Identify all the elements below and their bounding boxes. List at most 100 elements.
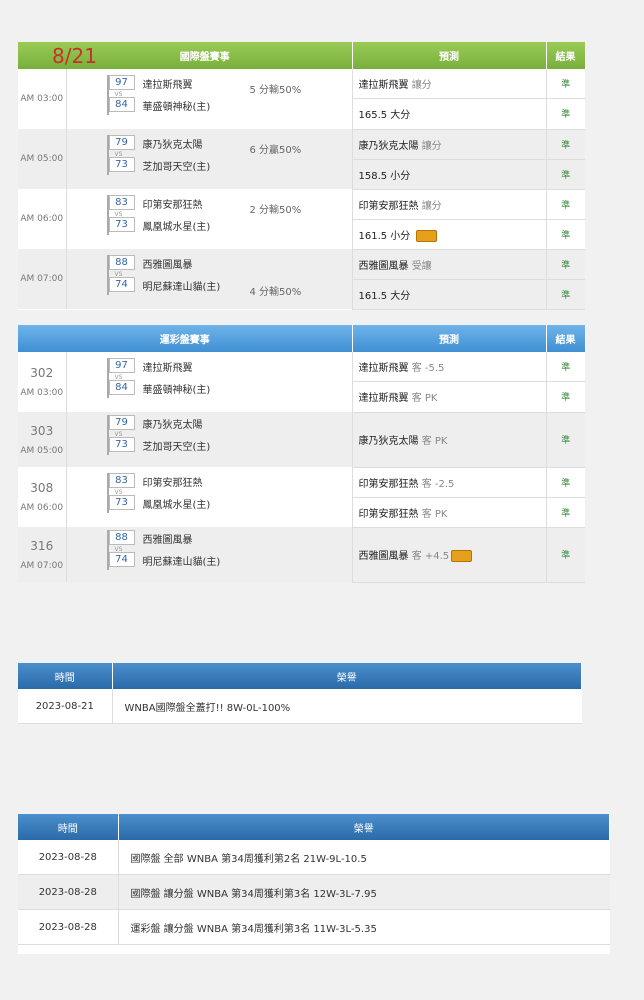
prediction-main: 達拉斯飛翼: [358, 393, 409, 405]
game-time: AM 03:00: [18, 69, 67, 129]
prediction-main: 印第安那狂熱: [358, 508, 419, 520]
prediction-sub: 客 PK: [421, 436, 448, 447]
game-row: 316 AM 07:00 88 VS 74 西雅圖風暴 明尼蘇達山貓(主) 西雅圖風暴 客 +…: [18, 527, 585, 583]
prediction-cell: 161.5 小分: [352, 219, 547, 250]
prediction-cell: 康乃狄克太陽 客 PK: [352, 412, 547, 468]
result-note: 6 分贏50%: [249, 145, 302, 156]
honor-text: 國際盤 全部 WNBA 第34周獲利第2名 21W-9L-10.5: [118, 840, 610, 875]
match-cell: 88 VS 74 西雅圖風暴 明尼蘇達山貓(主) 4 分輸50%: [66, 249, 353, 309]
result-note: 4 分輸50%: [249, 287, 302, 298]
result-cell: 準: [546, 412, 585, 468]
score-home: 73: [108, 437, 135, 452]
date-label: 8/21: [52, 44, 97, 68]
result-note: 2 分輸50%: [249, 205, 302, 216]
result-cell: 準: [546, 467, 585, 498]
honor2-col-time: 時間: [18, 814, 119, 840]
game-time-cell: 302 AM 03:00: [18, 352, 67, 412]
game-time-cell: 316 AM 07:00: [18, 527, 67, 582]
prediction-main: 161.5 大分: [358, 290, 411, 302]
game-row: AM 06:00 83 VS 73 印第安那狂熱 鳳凰城水星(主) 2 分輸50% 印第安那狂…: [18, 189, 585, 249]
match-cell: 79 VS 73 康乃狄克太陽 芝加哥天空(主) 6 分贏50%: [66, 129, 353, 189]
prediction-cell: 印第安那狂熱 讓分: [352, 189, 547, 220]
intl-header-match: 8/21 國際盤賽事: [18, 42, 353, 69]
game-row: AM 03:00 97 VS 84 達拉斯飛翼 華盛頓神秘(主) 5 分輸50% 達拉斯飛翼 …: [18, 69, 585, 129]
prediction-main: 康乃狄克太陽: [358, 140, 419, 152]
game-row: 302 AM 03:00 97 VS 84 達拉斯飛翼 華盛頓神秘(主) 達拉斯飛翼 客 -5…: [18, 352, 585, 412]
team-away-name: 印第安那狂熱: [142, 200, 203, 211]
honor-row: 2023-08-28 運彩盤 讓分盤 WNBA 第34周獲利第3名 11W-3L-…: [18, 909, 610, 945]
prediction-cell: 158.5 小分: [352, 159, 547, 190]
prediction-cell: 161.5 大分: [352, 279, 547, 310]
result-note: 5 分輸50%: [249, 85, 302, 96]
honor1-col-honor: 榮譽: [112, 663, 582, 689]
intl-games-table: 8/21 國際盤賽事 預測 結果 AM 03:00 97 VS 84 達拉斯飛翼 華盛頓神…: [18, 42, 586, 310]
result-cell: 準: [546, 249, 585, 280]
team-away-name: 印第安那狂熱: [142, 478, 203, 489]
result-cell: 準: [546, 129, 585, 160]
prediction-main: 達拉斯飛翼: [358, 363, 409, 375]
game-row: 308 AM 06:00 83 VS 73 印第安那狂熱 鳳凰城水星(主) 印第安那狂熱 客 …: [18, 467, 585, 527]
honor-card-1: 時間 榮譽 2023-08-21 WNBA國際盤全蓋打!! 8W-0L-100%: [18, 663, 582, 724]
intl-header-result: 結果: [546, 42, 586, 69]
prediction-cell: 康乃狄克太陽 讓分: [352, 129, 547, 160]
game-time-cell: 303 AM 05:00: [18, 412, 67, 467]
game-time: AM 07:00: [20, 560, 64, 571]
sport-header-result: 結果: [546, 325, 586, 352]
score-home: 84: [108, 97, 135, 112]
prediction-main: 158.5 小分: [358, 170, 411, 182]
prediction-cell: 西雅圖風暴 客 +4.5: [352, 527, 547, 583]
result-cell: 準: [546, 219, 585, 250]
match-cell: 83 VS 73 印第安那狂熱 鳳凰城水星(主): [66, 467, 353, 527]
game-number: 302: [30, 366, 54, 380]
result-cell: 準: [546, 69, 585, 100]
honor-text: 運彩盤 讓分盤 WNBA 第34周獲利第3名 11W-3L-5.35: [118, 909, 610, 945]
sport-games-table: 運彩盤賽事 預測 結果 302 AM 03:00 97 VS 84 達拉斯飛翼 華盛頓神秘(…: [18, 325, 586, 583]
honor-table-1: 時間 榮譽 2023-08-21 WNBA國際盤全蓋打!! 8W-0L-100%: [18, 663, 582, 724]
result-cell: 準: [546, 159, 585, 190]
prediction-main: 印第安那狂熱: [358, 200, 419, 212]
prediction-sub: 讓分: [411, 80, 432, 92]
honor-table-2: 時間 榮譽 2023-08-28 國際盤 全部 WNBA 第34周獲利第2名 21…: [18, 814, 610, 945]
team-home-name: 鳳凰城水星(主): [142, 500, 211, 511]
honor1-col-time: 時間: [18, 663, 113, 689]
col-match-label: 國際盤賽事: [179, 52, 230, 63]
sport-header-pred: 預測: [352, 325, 547, 352]
honor-text: WNBA國際盤全蓋打!! 8W-0L-100%: [112, 689, 582, 724]
match-cell: 88 VS 74 西雅圖風暴 明尼蘇達山貓(主): [66, 527, 353, 582]
hot-badge-icon: [451, 550, 473, 562]
game-time-cell: 308 AM 06:00: [18, 467, 67, 527]
prediction-sub: 客 PK: [411, 393, 438, 405]
score-home: 73: [108, 217, 135, 232]
game-row: 303 AM 05:00 79 VS 73 康乃狄克太陽 芝加哥天空(主) 康乃狄克太陽 客 …: [18, 412, 585, 468]
team-home-name: 華盛頓神秘(主): [142, 385, 211, 396]
game-time: AM 07:00: [18, 249, 67, 309]
team-home-name: 華盛頓神秘(主): [142, 102, 211, 113]
result-cell: 準: [546, 352, 585, 383]
game-number: 308: [30, 481, 54, 495]
honor-row: 2023-08-28 國際盤 全部 WNBA 第34周獲利第2名 21W-9L-1…: [18, 840, 610, 875]
score-away: 88: [108, 255, 135, 270]
prediction-sub: 客 -5.5: [411, 363, 445, 375]
result-cell: 準: [546, 189, 585, 220]
team-away-name: 達拉斯飛翼: [142, 363, 193, 374]
match-cell: 83 VS 73 印第安那狂熱 鳳凰城水星(主) 2 分輸50%: [66, 189, 353, 249]
prediction-main: 印第安那狂熱: [358, 478, 419, 490]
team-away-name: 西雅圖風暴: [142, 260, 193, 271]
honor-date: 2023-08-28: [18, 874, 119, 910]
honor-row: 2023-08-21 WNBA國際盤全蓋打!! 8W-0L-100%: [18, 689, 582, 724]
result-cell: 準: [546, 381, 585, 413]
score-away: 79: [108, 415, 135, 430]
score-away: 97: [108, 75, 135, 90]
sport-games-card: 運彩盤賽事 預測 結果 302 AM 03:00 97 VS 84 達拉斯飛翼 華盛頓神秘(…: [18, 325, 586, 583]
team-home-name: 芝加哥天空(主): [142, 162, 211, 173]
game-number: 316: [30, 538, 54, 553]
team-away-name: 達拉斯飛翼: [142, 80, 193, 91]
game-time: AM 03:00: [20, 388, 64, 398]
score-away: 97: [108, 358, 135, 373]
game-row: AM 07:00 88 VS 74 西雅圖風暴 明尼蘇達山貓(主) 4 分輸50% 西雅圖風暴…: [18, 249, 585, 309]
team-away-name: 康乃狄克太陽: [142, 140, 203, 151]
prediction-main: 165.5 大分: [358, 110, 411, 122]
honor-date: 2023-08-21: [18, 689, 113, 724]
game-time: AM 05:00: [18, 129, 67, 189]
result-cell: 準: [546, 279, 585, 310]
